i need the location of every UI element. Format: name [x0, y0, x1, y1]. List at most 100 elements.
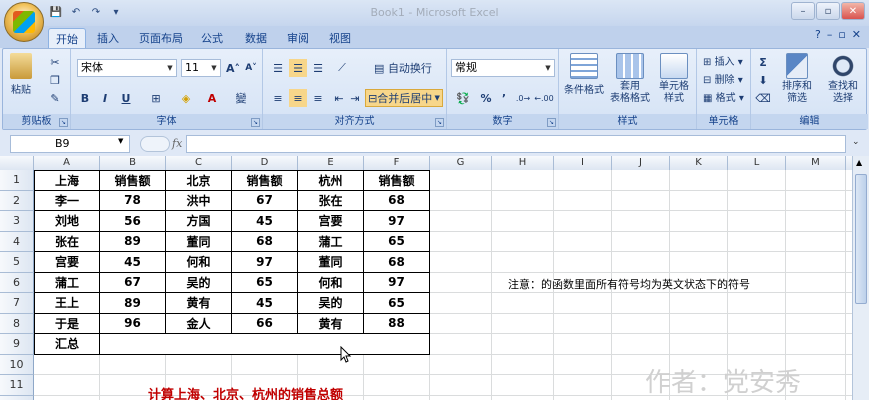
tab-home[interactable]: 开始 — [48, 28, 86, 48]
cell-i11[interactable] — [554, 375, 612, 396]
scroll-up-icon[interactable]: ▲ — [856, 158, 862, 167]
cell-b9[interactable] — [100, 334, 166, 355]
cell-m6[interactable] — [786, 272, 846, 293]
cell-a11[interactable] — [34, 375, 100, 396]
cell-f3[interactable]: 97 — [364, 211, 430, 232]
cell-a1[interactable]: 上海 — [34, 170, 100, 191]
cell-e3[interactable]: 宫要 — [298, 211, 364, 232]
tab-data[interactable]: 数据 — [240, 28, 272, 48]
cell-f4[interactable]: 65 — [364, 231, 430, 252]
cell-f2[interactable]: 68 — [364, 190, 430, 211]
cell-e1[interactable]: 杭州 — [298, 170, 364, 191]
cell-l2[interactable] — [728, 190, 786, 211]
cell-g2[interactable] — [430, 190, 492, 211]
column-header-c[interactable]: C — [166, 156, 232, 170]
cell-k5[interactable] — [670, 252, 728, 273]
cell-l7[interactable] — [728, 293, 786, 314]
cell-m1[interactable] — [786, 170, 846, 191]
cell-d6[interactable]: 65 — [232, 272, 298, 293]
format-cells-button[interactable]: ▦ 格式 ▾ — [703, 89, 744, 104]
cell-f7[interactable]: 65 — [364, 293, 430, 314]
grow-font-button[interactable]: A˄ — [225, 59, 241, 77]
merge-center-button[interactable]: ⊟ 合并后居中 ▼ — [365, 89, 443, 107]
bold-button[interactable]: B — [77, 89, 93, 107]
cell-i12[interactable] — [554, 395, 612, 400]
cell-e5[interactable]: 董同 — [298, 252, 364, 273]
cell-b10[interactable] — [100, 354, 166, 375]
cell-f10[interactable] — [364, 354, 430, 375]
cell-e6[interactable]: 何和 — [298, 272, 364, 293]
cell-d2[interactable]: 67 — [232, 190, 298, 211]
column-header-f[interactable]: F — [364, 156, 430, 170]
cell-j5[interactable] — [612, 252, 670, 273]
format-painter-icon[interactable]: ✎ — [47, 89, 63, 107]
cell-j8[interactable] — [612, 313, 670, 334]
cell-i7[interactable] — [554, 293, 612, 314]
cell-h11[interactable] — [492, 375, 554, 396]
row-header-6[interactable]: 6 — [0, 272, 34, 293]
format-as-table-button[interactable]: 套用 表格格式 — [607, 51, 653, 111]
cell-j2[interactable] — [612, 190, 670, 211]
cell-h10[interactable] — [492, 354, 554, 375]
cell-i3[interactable] — [554, 211, 612, 232]
row-header-3[interactable]: 3 — [0, 211, 34, 232]
cell-i8[interactable] — [554, 313, 612, 334]
cell-b8[interactable]: 96 — [100, 313, 166, 334]
cell-k7[interactable] — [670, 293, 728, 314]
column-header-d[interactable]: D — [232, 156, 298, 170]
cell-j7[interactable] — [612, 293, 670, 314]
cell-f12[interactable] — [364, 395, 430, 400]
cell-j3[interactable] — [612, 211, 670, 232]
cell-j4[interactable] — [612, 231, 670, 252]
row-header-8[interactable]: 8 — [0, 313, 34, 334]
cell-m4[interactable] — [786, 231, 846, 252]
cell-a12[interactable] — [34, 395, 100, 400]
cell-j1[interactable] — [612, 170, 670, 191]
cell-i5[interactable] — [554, 252, 612, 273]
cell-i10[interactable] — [554, 354, 612, 375]
cell-f9[interactable] — [364, 334, 430, 355]
cell-h3[interactable] — [492, 211, 554, 232]
worksheet-grid[interactable]: ABCDEFGHIJKLM 1 上海 销售额 北京 销售额 杭州 销售额 2 李一 78 洪中 67 张… — [0, 156, 852, 400]
increase-indent-icon[interactable]: ⇥ — [347, 89, 363, 107]
row-header-4[interactable]: 4 — [0, 231, 34, 252]
cell-b7[interactable]: 89 — [100, 293, 166, 314]
cell-f8[interactable]: 88 — [364, 313, 430, 334]
cell-d8[interactable]: 66 — [232, 313, 298, 334]
row-header-2[interactable]: 2 — [0, 190, 34, 211]
tab-insert[interactable]: 插入 — [92, 28, 124, 48]
cell-c2[interactable]: 洪中 — [166, 190, 232, 211]
cell-g1[interactable] — [430, 170, 492, 191]
cell-d4[interactable]: 68 — [232, 231, 298, 252]
number-launcher-icon[interactable]: ↘ — [547, 118, 556, 127]
cell-g8[interactable] — [430, 313, 492, 334]
formula-input[interactable] — [186, 135, 846, 153]
copy-icon[interactable]: ❐ — [47, 71, 63, 89]
cell-l1[interactable] — [728, 170, 786, 191]
fill-icon[interactable]: ⬇ — [755, 71, 771, 89]
cell-b6[interactable]: 67 — [100, 272, 166, 293]
help-icon[interactable]: ? — [815, 28, 821, 41]
cell-m9[interactable] — [786, 334, 846, 355]
cell-d10[interactable] — [232, 354, 298, 375]
tab-formulas[interactable]: 公式 — [196, 28, 228, 48]
cell-c10[interactable] — [166, 354, 232, 375]
cell-l8[interactable] — [728, 313, 786, 334]
cell-b3[interactable]: 56 — [100, 211, 166, 232]
cell-i9[interactable] — [554, 334, 612, 355]
select-all-corner[interactable] — [0, 156, 34, 170]
cell-f1[interactable]: 销售额 — [364, 170, 430, 191]
cell-d3[interactable]: 45 — [232, 211, 298, 232]
cell-a7[interactable]: 王上 — [34, 293, 100, 314]
comma-button[interactable]: ’ — [497, 89, 511, 107]
chevron-down-icon[interactable]: ▼ — [118, 137, 123, 145]
name-box[interactable]: B9 — [10, 135, 130, 153]
cell-m7[interactable] — [786, 293, 846, 314]
cell-m3[interactable] — [786, 211, 846, 232]
tab-view[interactable]: 视图 — [324, 28, 356, 48]
doc-close-button[interactable]: ✕ — [852, 28, 861, 41]
cell-k9[interactable] — [670, 334, 728, 355]
column-header-l[interactable]: L — [728, 156, 786, 170]
percent-button[interactable]: % — [477, 89, 495, 107]
doc-restore-button[interactable]: ▫ — [838, 28, 845, 41]
